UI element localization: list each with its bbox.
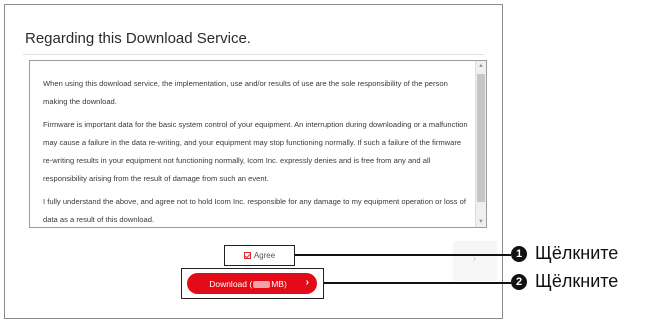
checkbox-checked-icon[interactable] [243,252,251,259]
step-instruction: Щёлкните [535,243,619,263]
terms-paragraph: Firmware is important data for the basic… [43,120,468,183]
callout-line-1 [295,254,511,256]
download-label: Download ( MB) [209,279,287,289]
scroll-thumb[interactable] [477,74,485,202]
terms-text: When using this download service, the im… [43,75,471,227]
faded-widget: › [453,241,497,281]
callout-line-2 [324,282,511,284]
chevron-right-icon: › [305,277,309,288]
terms-scrollbar[interactable]: ▲ ▼ [475,61,486,227]
step-number-badge: 2 [511,273,527,290]
terms-paragraph: When using this download service, the im… [43,79,448,106]
download-label-suffix: MB) [271,278,287,289]
download-button[interactable]: Download ( MB) › [187,273,317,294]
download-label-prefix: Download ( [209,278,253,289]
title-divider [23,54,484,55]
redacted-size [253,280,271,288]
panel-title: Regarding this Download Service. [25,30,251,47]
scroll-down-arrow-icon[interactable]: ▼ [476,219,486,225]
terms-paragraph: I fully understand the above, and agree … [43,197,466,224]
terms-text-box[interactable]: When using this download service, the im… [29,60,487,228]
agree-label: Agree [253,251,276,260]
callout-step-1: 1 Щёлкните [511,243,618,264]
scroll-up-arrow-icon[interactable]: ▲ [476,63,486,69]
step-instruction: Щёлкните [535,271,619,291]
step-number-badge: 1 [511,245,527,262]
agree-checkbox[interactable]: Agree [224,245,295,266]
callout-step-2: 2 Щёлкните [511,271,618,292]
